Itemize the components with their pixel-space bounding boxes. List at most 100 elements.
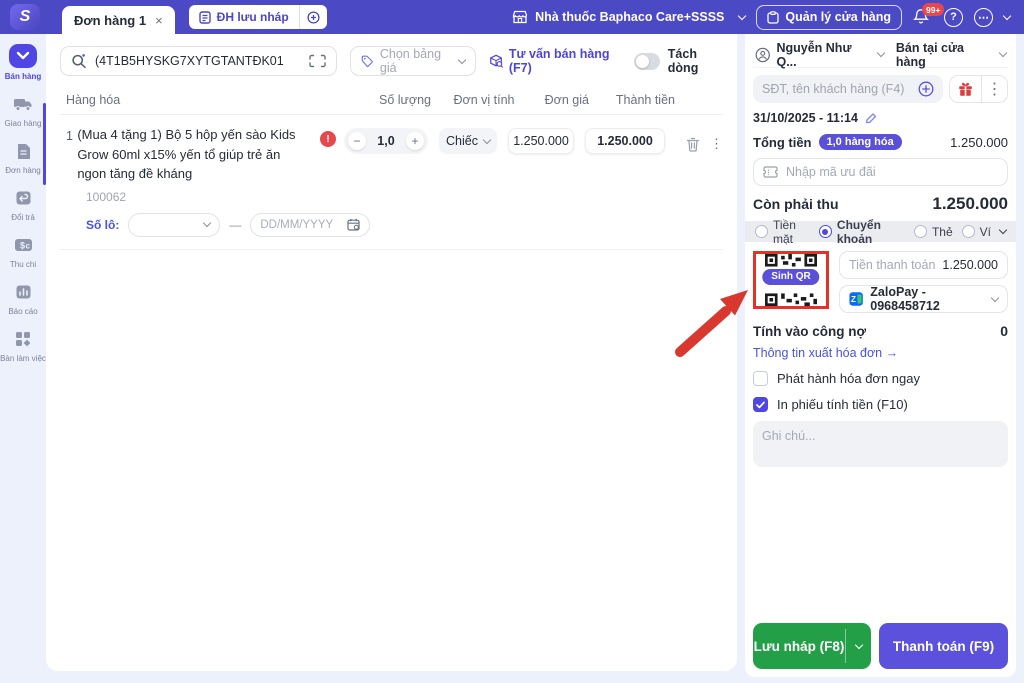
- consult-sale-button[interactable]: Tư vấn bán hàng (F7): [489, 47, 621, 75]
- method-label: Tiền mặt: [773, 217, 796, 246]
- calendar-icon: [347, 218, 360, 231]
- manage-store-button[interactable]: Quản lý cửa hàng: [756, 4, 902, 30]
- print-receipt-label: In phiếu tính tiền (F10): [777, 397, 908, 412]
- sidebar-item-giao-hang[interactable]: Giao hàng: [0, 93, 46, 128]
- save-draft-more-button[interactable]: [846, 623, 871, 669]
- wallet-account: ZaloPay - 0968458712: [870, 285, 940, 313]
- quantity-plus-button[interactable]: +: [405, 132, 424, 150]
- issue-invoice-row: Phát hành hóa đơn ngay: [753, 370, 1008, 387]
- radio-icon: [913, 225, 927, 238]
- checkbox-checked[interactable]: [753, 397, 768, 412]
- chevron-down-icon[interactable]: [1002, 11, 1012, 20]
- store-name: Nhà thuốc Baphaco Care+SSSS: [535, 10, 725, 24]
- workspace-grid-icon: [10, 328, 36, 350]
- sale-channel-selector[interactable]: Bán tại cửa hàng: [896, 41, 994, 69]
- unit-price-field[interactable]: 1.250.000: [508, 128, 574, 154]
- generate-qr-button[interactable]: Sinh QR: [762, 268, 820, 285]
- tab-order-1[interactable]: Đơn hàng 1 ×: [62, 6, 175, 34]
- edit-pencil-icon[interactable]: [865, 112, 877, 124]
- split-line-toggle[interactable]: [633, 52, 660, 70]
- checkbox-unchecked[interactable]: [753, 371, 768, 386]
- money-icon: $ c: [10, 234, 36, 256]
- unit-select[interactable]: Chiếc: [439, 128, 497, 154]
- wallet-select[interactable]: Z ZaloPay - 0968458712: [839, 285, 1008, 313]
- method-label: Chuyển khoản: [836, 217, 881, 246]
- payment-amount-value: 1.250.000: [942, 258, 998, 272]
- payment-amount-field[interactable]: Tiền thanh toán 1.250.000: [839, 251, 1008, 279]
- sidebar-item-label: Báo cáo: [8, 307, 38, 316]
- price-list-select[interactable]: Chọn bảng giá: [349, 46, 476, 76]
- quantity-minus-button[interactable]: −: [348, 132, 366, 150]
- customer-search-input[interactable]: SĐT, tên khách hàng (F4): [753, 75, 943, 103]
- chevron-down-icon[interactable]: [998, 225, 1008, 235]
- add-customer-icon[interactable]: [918, 81, 934, 97]
- chevron-down-icon[interactable]: [876, 48, 886, 58]
- item-count-badge: 1,0 hàng hóa: [818, 134, 902, 150]
- lot-select[interactable]: [128, 212, 221, 237]
- order-datetime-row: 31/10/2025 - 11:14: [753, 110, 1008, 125]
- document-icon: [10, 140, 36, 162]
- svg-text:c: c: [25, 242, 30, 251]
- total-value: 1.250.000: [950, 134, 1008, 150]
- help-button[interactable]: ?: [944, 7, 963, 27]
- tab-close-icon[interactable]: ×: [155, 13, 163, 28]
- product-search-input[interactable]: (4T1B5HYSKG7XYTGTANTĐK01: [60, 46, 337, 76]
- chevron-down-icon: [738, 11, 747, 20]
- sidebar-item-bao-cao[interactable]: Báo cáo: [0, 281, 46, 316]
- barcode-scan-icon[interactable]: [308, 54, 326, 68]
- draft-orders-button[interactable]: ĐH lưu nháp: [189, 5, 299, 29]
- sidebar-item-don-hang[interactable]: Đơn hàng: [0, 140, 46, 175]
- pay-button[interactable]: Thanh toán (F9): [879, 623, 1008, 669]
- order-total-row: Tổng tiền 1,0 hàng hóa 1.250.000: [753, 133, 1008, 151]
- action-buttons: Lưu nháp (F8) Thanh toán (F9): [753, 623, 1008, 669]
- method-tien-mat[interactable]: Tiền mặt: [755, 218, 810, 246]
- method-label: Ví: [979, 224, 991, 239]
- total-label: Tổng tiền: [753, 134, 812, 150]
- sidebar-item-doi-tra[interactable]: Đổi trả: [0, 187, 46, 222]
- radio-icon: [755, 225, 768, 238]
- sidebar-item-ban-hang[interactable]: Bán hàng: [0, 44, 46, 81]
- trash-icon[interactable]: [686, 137, 700, 152]
- truck-icon: [10, 93, 36, 115]
- customer-more-button[interactable]: ⋮: [982, 76, 1007, 102]
- row-more-icon[interactable]: ⋮: [710, 136, 723, 152]
- order-table-header: Hàng hóa Số lượng Đơn vị tính Đơn giá Th…: [60, 85, 723, 115]
- order-datetime: 31/10/2025 - 11:14: [753, 110, 858, 125]
- chart-icon: [10, 281, 36, 303]
- chevron-down-icon: [457, 55, 467, 64]
- invoice-info-link[interactable]: Thông tin xuất hóa đơn →: [753, 346, 1008, 361]
- topbar-right: Nhà thuốc Baphaco Care+SSSS Quản lý cửa …: [512, 3, 1012, 30]
- sidebar-item-ban-lam-viec[interactable]: Bàn làm việc: [0, 328, 46, 363]
- radio-icon: [961, 225, 975, 238]
- alert-icon[interactable]: !: [320, 131, 336, 147]
- expiry-date-input[interactable]: DD/MM/YYYY: [250, 212, 371, 237]
- quantity-value[interactable]: 1,0: [377, 134, 394, 148]
- quantity-stepper: − 1,0 +: [344, 128, 428, 154]
- debt-value: 0: [1000, 323, 1008, 339]
- method-the[interactable]: Thẻ: [913, 225, 953, 239]
- method-vi[interactable]: Ví: [961, 224, 991, 239]
- gift-button[interactable]: [950, 76, 981, 102]
- unit-value: Chiếc: [446, 134, 478, 148]
- row-index: 1: [66, 129, 73, 143]
- col-so-luong: Số lượng: [378, 92, 431, 107]
- search-icon: [72, 54, 86, 69]
- note-textarea[interactable]: Ghi chú...: [753, 421, 1008, 467]
- promo-placeholder: Nhập mã ưu đãi: [786, 165, 876, 179]
- method-chuyen-khoan[interactable]: Chuyển khoản: [818, 217, 905, 246]
- chevron-down-icon: [203, 218, 212, 228]
- promo-code-input[interactable]: Nhập mã ưu đãi: [753, 158, 1008, 186]
- store-selector[interactable]: Nhà thuốc Baphaco Care+SSSS: [512, 10, 747, 24]
- staff-selector[interactable]: Nguyễn Như Q...: [776, 41, 871, 69]
- chevron-down-icon[interactable]: [998, 48, 1008, 58]
- save-draft-button[interactable]: Lưu nháp (F8): [753, 623, 845, 669]
- more-options-button[interactable]: ⋯: [974, 7, 993, 27]
- line-total-field[interactable]: 1.250.000: [585, 128, 665, 154]
- debt-row: Tính vào công nợ 0: [753, 322, 1008, 340]
- new-tab-button[interactable]: [300, 5, 327, 29]
- sidebar-item-thu-chi[interactable]: $ c Thu chi: [0, 234, 46, 269]
- svg-text:Z: Z: [851, 295, 856, 304]
- notifications-button[interactable]: 99+: [913, 3, 945, 26]
- app-logo[interactable]: S: [10, 4, 40, 30]
- annotation-box: Sinh QR: [753, 251, 829, 309]
